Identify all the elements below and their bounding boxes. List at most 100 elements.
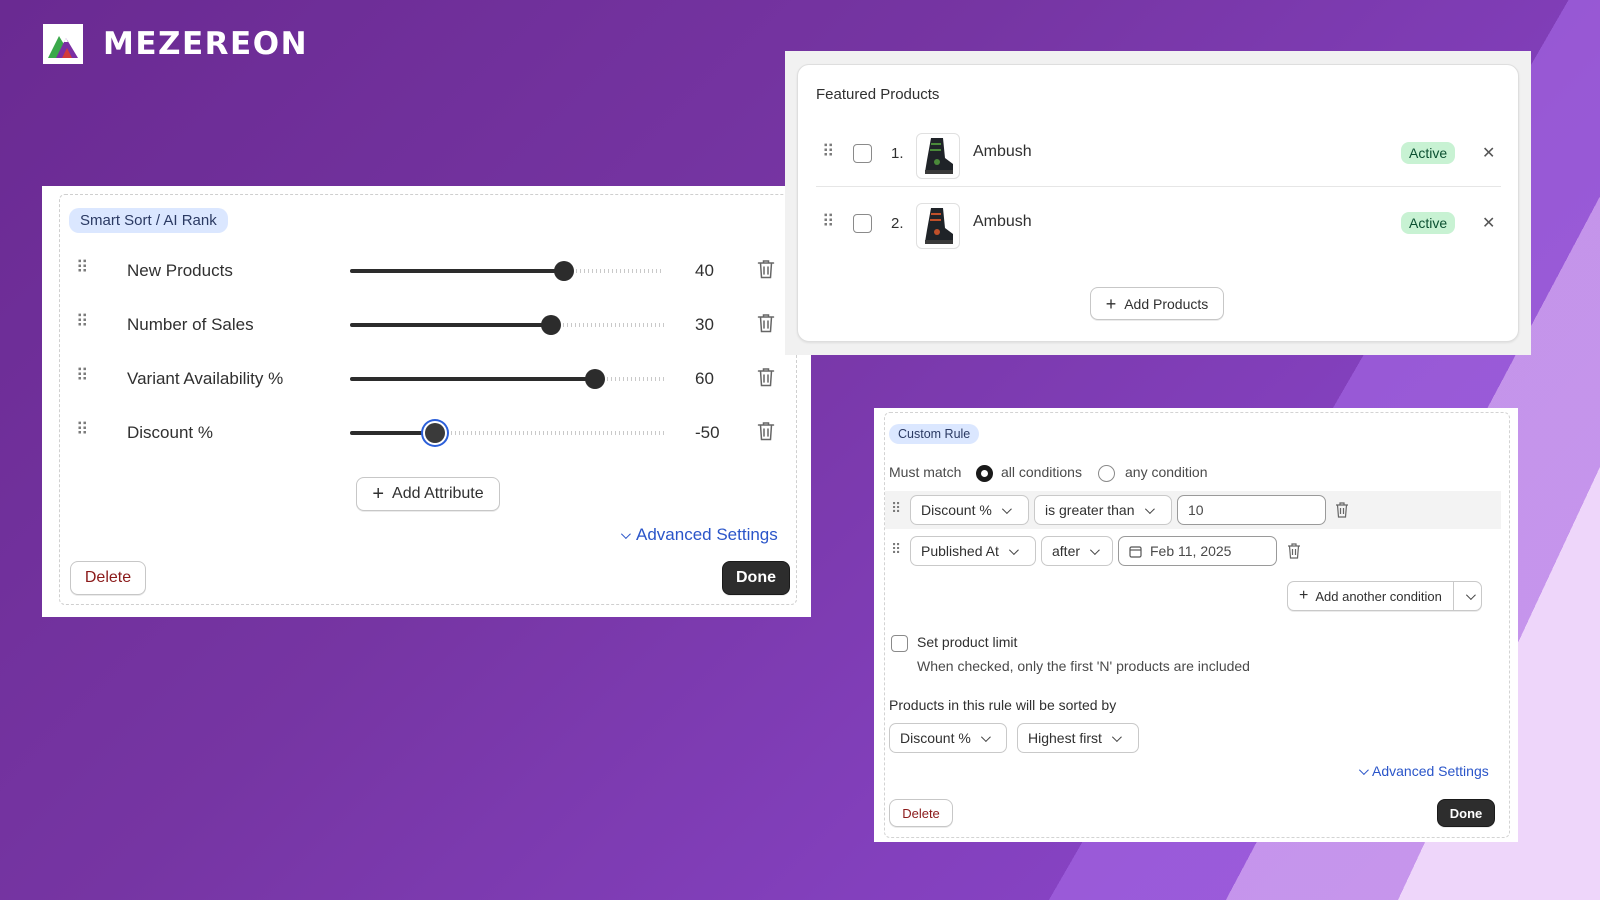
slider-thumb[interactable] bbox=[541, 315, 561, 335]
delete-button[interactable]: Delete bbox=[889, 799, 953, 827]
condition-value-input[interactable]: 10 bbox=[1177, 495, 1326, 525]
trash-icon[interactable] bbox=[1287, 543, 1301, 559]
boot-image-icon bbox=[925, 208, 953, 244]
add-condition-button[interactable]: + Add another condition bbox=[1287, 581, 1482, 611]
slider-fill bbox=[350, 323, 551, 327]
product-checkbox[interactable] bbox=[853, 144, 872, 163]
smart-sort-card: Smart Sort / AI Rank ⠿ New Products 40 ⠿ Num… bbox=[59, 194, 797, 605]
attribute-row: ⠿ Discount % -50 bbox=[60, 413, 798, 453]
condition-field-select[interactable]: Published At bbox=[910, 536, 1036, 566]
featured-products-panel: Featured Products ⠿ 1. Ambush Active ✕ ⠿ 2. Amb… bbox=[785, 51, 1531, 355]
delete-label: Delete bbox=[902, 805, 940, 821]
slider-thumb[interactable] bbox=[554, 261, 574, 281]
add-products-label: Add Products bbox=[1124, 295, 1209, 312]
trash-icon[interactable] bbox=[757, 421, 775, 441]
delete-button[interactable]: Delete bbox=[70, 561, 146, 595]
plus-icon: + bbox=[1105, 293, 1117, 314]
product-name: Ambush bbox=[973, 213, 1032, 230]
attribute-label: Number of Sales bbox=[127, 315, 254, 334]
plus-icon: + bbox=[1299, 587, 1309, 604]
plus-icon: + bbox=[372, 483, 385, 505]
any-condition-label: any condition bbox=[1125, 464, 1208, 480]
product-limit-help: When checked, only the first 'N' product… bbox=[917, 658, 1250, 674]
condition-operator-select[interactable]: after bbox=[1041, 536, 1113, 566]
condition-date-input[interactable]: Feb 11, 2025 bbox=[1118, 536, 1277, 566]
sort-order-select[interactable]: Highest first bbox=[1017, 723, 1139, 753]
product-number: 1. bbox=[891, 145, 904, 162]
custom-rule-chip: Custom Rule bbox=[889, 424, 980, 444]
slider-track-remaining bbox=[435, 431, 664, 435]
chevron-down-icon bbox=[1008, 544, 1019, 555]
product-thumbnail bbox=[916, 133, 960, 179]
any-condition-radio[interactable] bbox=[1098, 465, 1115, 482]
calendar-icon bbox=[1129, 545, 1142, 558]
attribute-slider[interactable] bbox=[350, 261, 664, 281]
featured-products-title: Featured Products bbox=[816, 86, 940, 103]
drag-handle-icon[interactable]: ⠿ bbox=[822, 213, 834, 230]
slider-thumb[interactable] bbox=[425, 423, 445, 443]
add-condition-dropdown[interactable] bbox=[1452, 582, 1481, 610]
drag-handle-icon[interactable]: ⠿ bbox=[891, 501, 901, 515]
done-label: Done bbox=[736, 569, 776, 586]
remove-product-icon[interactable]: ✕ bbox=[1482, 143, 1495, 163]
slider-fill bbox=[350, 269, 564, 273]
slider-track-remaining bbox=[564, 269, 664, 273]
trash-icon[interactable] bbox=[757, 313, 775, 333]
attribute-row: ⠿ New Products 40 bbox=[60, 251, 798, 291]
condition-operator-select[interactable]: is greater than bbox=[1034, 495, 1172, 525]
chevron-down-icon bbox=[1358, 764, 1369, 775]
product-row: ⠿ 1. Ambush Active ✕ bbox=[816, 125, 1501, 187]
attribute-label: Discount % bbox=[127, 423, 213, 442]
drag-handle-icon[interactable]: ⠿ bbox=[76, 313, 88, 330]
done-button[interactable]: Done bbox=[722, 561, 790, 595]
trash-icon[interactable] bbox=[1335, 502, 1349, 518]
drag-handle-icon[interactable]: ⠿ bbox=[76, 421, 88, 438]
condition-row: ⠿ Discount % is greater than 10 bbox=[885, 491, 1501, 529]
drag-handle-icon[interactable]: ⠿ bbox=[822, 143, 834, 160]
advanced-settings-link[interactable]: Advanced Settings bbox=[1355, 763, 1489, 779]
sort-field-select[interactable]: Discount % bbox=[889, 723, 1007, 753]
attribute-slider[interactable] bbox=[350, 315, 664, 335]
trash-icon[interactable] bbox=[757, 259, 775, 279]
chevron-down-icon bbox=[1144, 503, 1155, 514]
all-conditions-radio[interactable] bbox=[976, 465, 993, 482]
chevron-down-icon bbox=[1111, 731, 1122, 742]
condition-operator-value: after bbox=[1052, 543, 1081, 559]
mountain-logo-icon bbox=[43, 24, 83, 64]
status-badge: Active bbox=[1401, 212, 1456, 234]
attribute-row: ⠿ Variant Availability % 60 bbox=[60, 359, 798, 399]
all-conditions-label: all conditions bbox=[1001, 464, 1082, 480]
trash-icon[interactable] bbox=[757, 367, 775, 387]
custom-rule-card: Custom Rule Must match all conditions an… bbox=[884, 412, 1510, 838]
condition-date-text: Feb 11, 2025 bbox=[1150, 543, 1232, 559]
add-attribute-button[interactable]: + Add Attribute bbox=[356, 477, 500, 511]
add-condition-main[interactable]: + Add another condition bbox=[1288, 582, 1453, 610]
chevron-down-icon bbox=[980, 731, 991, 742]
slider-thumb[interactable] bbox=[585, 369, 605, 389]
attribute-slider[interactable] bbox=[350, 423, 664, 443]
remove-product-icon[interactable]: ✕ bbox=[1482, 213, 1495, 233]
product-checkbox[interactable] bbox=[853, 214, 872, 233]
condition-operator-value: is greater than bbox=[1045, 502, 1135, 518]
attribute-value: -50 bbox=[695, 423, 720, 442]
sort-field-value: Discount % bbox=[900, 730, 971, 746]
condition-field-value: Discount % bbox=[921, 502, 992, 518]
chevron-down-icon bbox=[1001, 503, 1012, 514]
attribute-value: 40 bbox=[695, 261, 714, 280]
add-products-button[interactable]: + Add Products bbox=[1090, 287, 1224, 320]
chevron-down-icon bbox=[1089, 544, 1100, 555]
condition-field-select[interactable]: Discount % bbox=[910, 495, 1029, 525]
attribute-value: 30 bbox=[695, 315, 714, 334]
drag-handle-icon[interactable]: ⠿ bbox=[76, 259, 88, 276]
advanced-settings-link[interactable]: Advanced Settings bbox=[617, 525, 778, 545]
advanced-settings-label: Advanced Settings bbox=[1372, 763, 1489, 779]
done-button[interactable]: Done bbox=[1437, 799, 1495, 827]
add-attribute-label: Add Attribute bbox=[392, 485, 484, 502]
attribute-slider[interactable] bbox=[350, 369, 664, 389]
slider-fill bbox=[350, 431, 435, 435]
product-limit-checkbox[interactable] bbox=[891, 635, 908, 652]
smart-sort-chip: Smart Sort / AI Rank bbox=[69, 208, 228, 233]
drag-handle-icon[interactable]: ⠿ bbox=[891, 542, 901, 556]
product-name: Ambush bbox=[973, 143, 1032, 160]
drag-handle-icon[interactable]: ⠿ bbox=[76, 367, 88, 384]
